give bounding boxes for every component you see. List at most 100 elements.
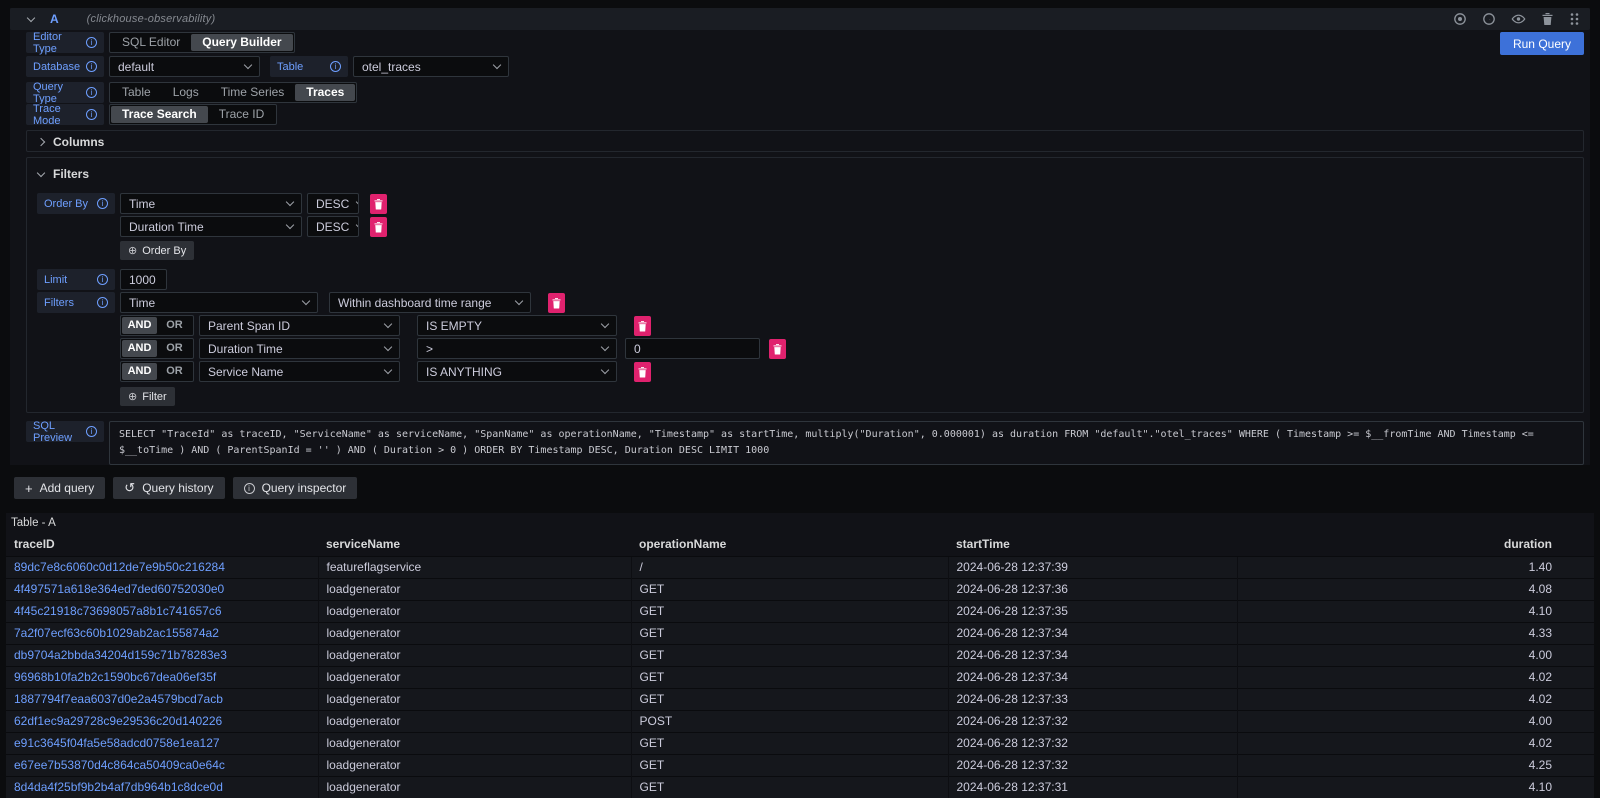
bool-option-and[interactable]: AND <box>122 340 157 357</box>
filter-operator-select[interactable]: Within dashboard time range <box>329 292 531 313</box>
eye-icon[interactable] <box>1511 12 1526 26</box>
trace-id-link[interactable]: 4f497571a618e364ed7ded60752030e0 <box>14 582 224 596</box>
table-row: 4f497571a618e364ed7ded60752030e0 loadgen… <box>6 578 1594 600</box>
bool-option-and[interactable]: AND <box>122 317 157 334</box>
drag-handle-icon[interactable] <box>1569 12 1580 26</box>
remove-filter-button[interactable] <box>634 362 651 382</box>
trace-id-link[interactable]: 89dc7e8c6060c0d12de7e9b50c216284 <box>14 560 225 574</box>
editor-type-option-sql-editor[interactable]: SQL Editor <box>111 34 191 51</box>
remove-filter-button[interactable] <box>769 339 786 359</box>
trace-id-link[interactable]: 96968b10fa2b2c1590bc67dea06ef35f <box>14 670 216 684</box>
order-by-direction-select[interactable]: DESC <box>307 216 359 237</box>
trace-id-link[interactable]: 4f45c21918c73698057a8b1c741657c6 <box>14 604 222 618</box>
trace-id-link[interactable]: 7a2f07ecf63c60b1029ab2ac155874a2 <box>14 626 219 640</box>
sql-preview-label: SQL Preview <box>26 421 104 442</box>
limit-input[interactable]: 1000 <box>120 269 167 290</box>
add-order-by-button[interactable]: ⊕ Order By <box>120 241 194 260</box>
filter-field-select[interactable]: Parent Span ID <box>199 315 400 336</box>
trace-id-cell: 62df1ec9a29728c9e29536c20d140226 <box>6 710 318 732</box>
info-icon[interactable] <box>86 109 97 120</box>
column-header-servicename[interactable]: serviceName <box>318 533 631 556</box>
order-by-field-select[interactable]: Time <box>120 193 302 214</box>
column-header-duration[interactable]: duration <box>1237 533 1594 556</box>
duration-cell: 4.00 <box>1237 644 1594 666</box>
duration-cell: 4.08 <box>1237 578 1594 600</box>
filter-field-select[interactable]: Service Name <box>199 361 400 382</box>
info-icon[interactable] <box>97 274 108 285</box>
record-icon[interactable] <box>1453 12 1467 26</box>
table-select[interactable]: otel_traces <box>353 56 509 77</box>
query-history-button[interactable]: ↺ Query history <box>113 477 224 499</box>
chevron-down-icon <box>286 220 294 228</box>
bool-option-or[interactable]: OR <box>157 317 192 334</box>
query-row-header: A (clickhouse-observability) <box>10 8 1590 30</box>
filter-field-select[interactable]: Duration Time <box>199 338 400 359</box>
table-label: Table <box>270 56 348 77</box>
service-name-cell: loadgenerator <box>318 710 631 732</box>
trace-id-link[interactable]: e91c3645f04fa5e58adcd0758e1ea127 <box>14 736 220 750</box>
info-icon[interactable] <box>86 61 97 72</box>
bool-option-or[interactable]: OR <box>157 363 192 380</box>
trace-mode-option-trace-search[interactable]: Trace Search <box>111 106 208 123</box>
run-query-button[interactable]: Run Query <box>1500 32 1584 55</box>
query-type-option-traces[interactable]: Traces <box>295 84 355 101</box>
column-header-starttime[interactable]: startTime <box>948 533 1237 556</box>
columns-section-header[interactable]: Columns <box>27 131 1583 152</box>
remove-order-by-button[interactable] <box>370 194 387 214</box>
sql-preview-text[interactable]: SELECT "TraceId" as traceID, "ServiceNam… <box>109 421 1584 465</box>
trace-id-link[interactable]: e67ee7b53870d4c864ca50409ca0e64c <box>14 758 225 772</box>
plus-circle-icon: ⊕ <box>128 390 137 403</box>
info-icon[interactable] <box>86 87 97 98</box>
editor-type-option-query-builder[interactable]: Query Builder <box>191 34 292 51</box>
info-icon[interactable] <box>86 426 97 437</box>
trace-id-link[interactable]: db9704a2bbda34204d159c71b78283e3 <box>14 648 227 662</box>
query-inspector-button[interactable]: Query inspector <box>233 477 358 499</box>
trace-id-link[interactable]: 1887794f7eaa6037d0e2a4579bcd7acb <box>14 692 223 706</box>
info-icon[interactable] <box>330 61 341 72</box>
operation-name-cell: GET <box>631 776 948 798</box>
trace-mode-option-trace-id[interactable]: Trace ID <box>208 106 276 123</box>
database-select[interactable]: default <box>109 56 260 77</box>
filter-operator-select[interactable]: IS EMPTY <box>417 315 617 336</box>
plus-circle-icon: ⊕ <box>128 244 137 257</box>
query-type-option-logs[interactable]: Logs <box>162 84 210 101</box>
remove-order-by-button[interactable] <box>370 217 387 237</box>
history-clock-icon[interactable] <box>1482 12 1496 26</box>
add-filter-button[interactable]: ⊕ Filter <box>120 387 175 406</box>
database-label: Database <box>26 56 104 77</box>
order-by-direction-select[interactable]: DESC <box>307 193 359 214</box>
collapse-chevron-icon[interactable] <box>27 14 35 22</box>
trace-id-link[interactable]: 8d4da4f25bf9b2b4af7db964b1c8dce0d <box>14 780 223 794</box>
info-icon[interactable] <box>97 297 108 308</box>
filter-value-input[interactable]: 0 <box>625 338 760 359</box>
column-header-traceid[interactable]: traceID <box>6 533 318 556</box>
filter-operator-select[interactable]: IS ANYTHING <box>417 361 617 382</box>
add-query-button[interactable]: + Add query <box>14 477 105 499</box>
trash-icon[interactable] <box>1541 12 1554 26</box>
service-name-cell: loadgenerator <box>318 666 631 688</box>
table-row: 1887794f7eaa6037d0e2a4579bcd7acb loadgen… <box>6 688 1594 710</box>
panel-title[interactable]: Table - A <box>6 513 1594 533</box>
remove-filter-button[interactable] <box>634 316 651 336</box>
trace-id-link[interactable]: 62df1ec9a29728c9e29536c20d140226 <box>14 714 222 728</box>
filters-section-header[interactable]: Filters <box>37 163 1583 184</box>
column-header-operationname[interactable]: operationName <box>631 533 948 556</box>
chevron-right-icon <box>37 137 45 145</box>
chevron-down-icon <box>601 365 609 373</box>
info-icon[interactable] <box>86 37 97 48</box>
table-row: 7a2f07ecf63c60b1029ab2ac155874a2 loadgen… <box>6 622 1594 644</box>
filter-field-select[interactable]: Time <box>120 292 318 313</box>
filters-section: Filters Order By Time DESC <box>26 157 1584 413</box>
bool-option-and[interactable]: AND <box>122 363 157 380</box>
remove-filter-button[interactable] <box>548 293 565 313</box>
query-type-option-time-series[interactable]: Time Series <box>210 84 296 101</box>
query-type-option-table[interactable]: Table <box>111 84 162 101</box>
filter-operator-select[interactable]: > <box>417 338 617 359</box>
info-icon[interactable] <box>97 198 108 209</box>
bool-option-or[interactable]: OR <box>157 340 192 357</box>
start-time-cell: 2024-06-28 12:37:32 <box>948 732 1237 754</box>
order-by-field-select[interactable]: Duration Time <box>120 216 302 237</box>
start-time-cell: 2024-06-28 12:37:31 <box>948 776 1237 798</box>
operation-name-cell: GET <box>631 600 948 622</box>
query-type-label: Query Type <box>26 82 104 103</box>
